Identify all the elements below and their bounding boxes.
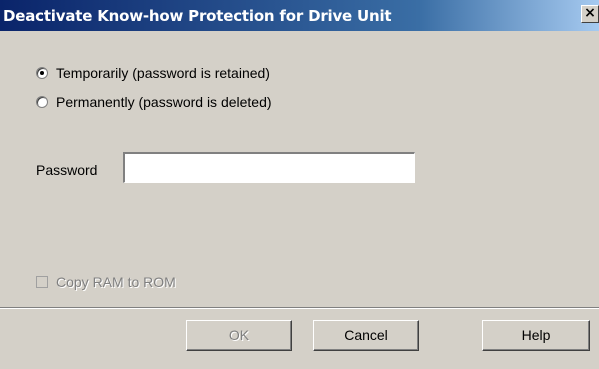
window-title: Deactivate Know-how Protection for Drive… [3, 7, 392, 25]
dialog-body: Temporarily (password is retained) Perma… [0, 31, 599, 369]
help-button[interactable]: Help [482, 320, 590, 351]
radio-button[interactable] [36, 96, 48, 108]
radio-temporarily-label[interactable]: Temporarily (password is retained) [56, 65, 270, 81]
copy-ram-to-rom-label: Copy RAM to ROM [56, 274, 176, 290]
radio-permanently-label[interactable]: Permanently (password is deleted) [56, 94, 272, 110]
password-label: Password [36, 162, 98, 178]
close-icon: × [584, 5, 596, 21]
radio-button-selected[interactable] [36, 67, 48, 79]
copy-ram-to-rom-option: Copy RAM to ROM [36, 274, 176, 290]
cancel-button[interactable]: Cancel [313, 320, 419, 351]
radio-temporarily[interactable]: Temporarily (password is retained) [36, 65, 270, 81]
password-field[interactable] [123, 152, 415, 183]
copy-ram-to-rom-checkbox [36, 276, 48, 288]
radio-permanently[interactable]: Permanently (password is deleted) [36, 94, 272, 110]
ok-button: OK [186, 320, 292, 351]
title-bar: Deactivate Know-how Protection for Drive… [0, 0, 599, 31]
separator [0, 307, 599, 309]
close-button[interactable]: × [581, 5, 599, 23]
